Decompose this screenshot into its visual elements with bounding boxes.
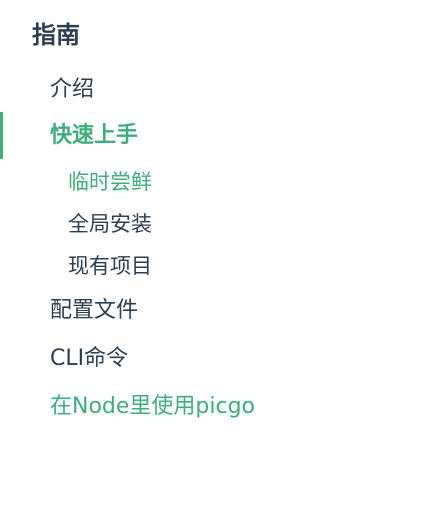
sidebar-item-use-in-node[interactable]: 在Node里使用picgo	[50, 391, 255, 423]
sidebar-subitem-global-install[interactable]: 全局安装	[68, 209, 152, 239]
sidebar-subitem-quick-try[interactable]: 临时尝鲜	[68, 167, 152, 197]
sidebar-item-intro[interactable]: 介绍	[50, 74, 94, 106]
sidebar-group-title[interactable]: 指南	[32, 18, 80, 52]
active-indicator	[0, 112, 3, 159]
sidebar-item-config-file[interactable]: 配置文件	[50, 295, 138, 327]
sidebar-subitem-existing-project[interactable]: 现有项目	[68, 251, 152, 281]
sidebar-item-cli-commands[interactable]: CLI命令	[50, 343, 128, 375]
sidebar: 指南 介绍 快速上手 临时尝鲜 全局安装 现有项目 配置文件 CLI命令 在No…	[0, 0, 448, 518]
sidebar-item-quick-start[interactable]: 快速上手	[50, 120, 138, 152]
